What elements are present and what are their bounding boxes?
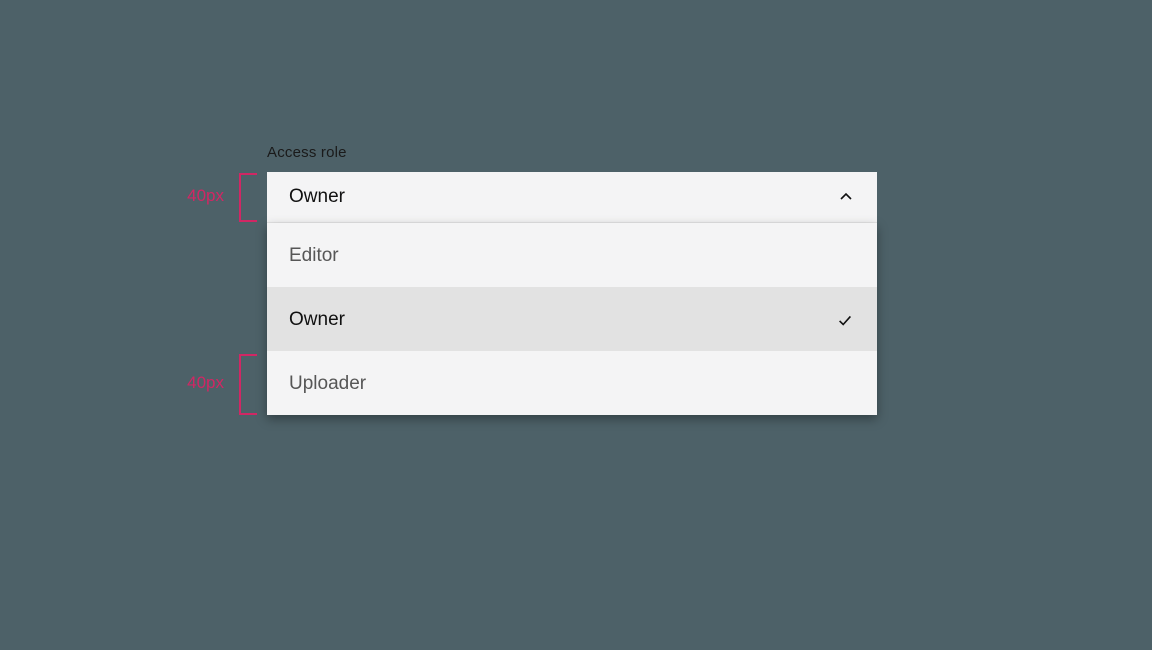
chevron-up-icon xyxy=(837,188,855,206)
dropdown-option-owner[interactable]: Owner xyxy=(267,287,877,351)
spec-bracket-top xyxy=(239,173,257,222)
dropdown-selected-value: Owner xyxy=(289,186,345,208)
dropdown-toggle[interactable]: Owner xyxy=(267,172,877,223)
checkmark-icon xyxy=(835,310,855,330)
spec-label-top: 40px xyxy=(160,186,224,206)
field-label: Access role xyxy=(267,144,347,161)
option-label: Uploader xyxy=(289,373,366,395)
dropdown-option-editor[interactable]: Editor xyxy=(267,223,877,287)
option-label: Owner xyxy=(289,309,345,331)
dropdown-option-uploader[interactable]: Uploader xyxy=(267,351,877,415)
spec-bracket-bottom xyxy=(239,354,257,415)
spec-label-bottom: 40px xyxy=(160,373,224,393)
dropdown-menu: Editor Owner Uploader xyxy=(267,223,877,415)
access-role-dropdown: Owner Editor Owner Uploader xyxy=(267,172,877,415)
option-label: Editor xyxy=(289,245,339,267)
